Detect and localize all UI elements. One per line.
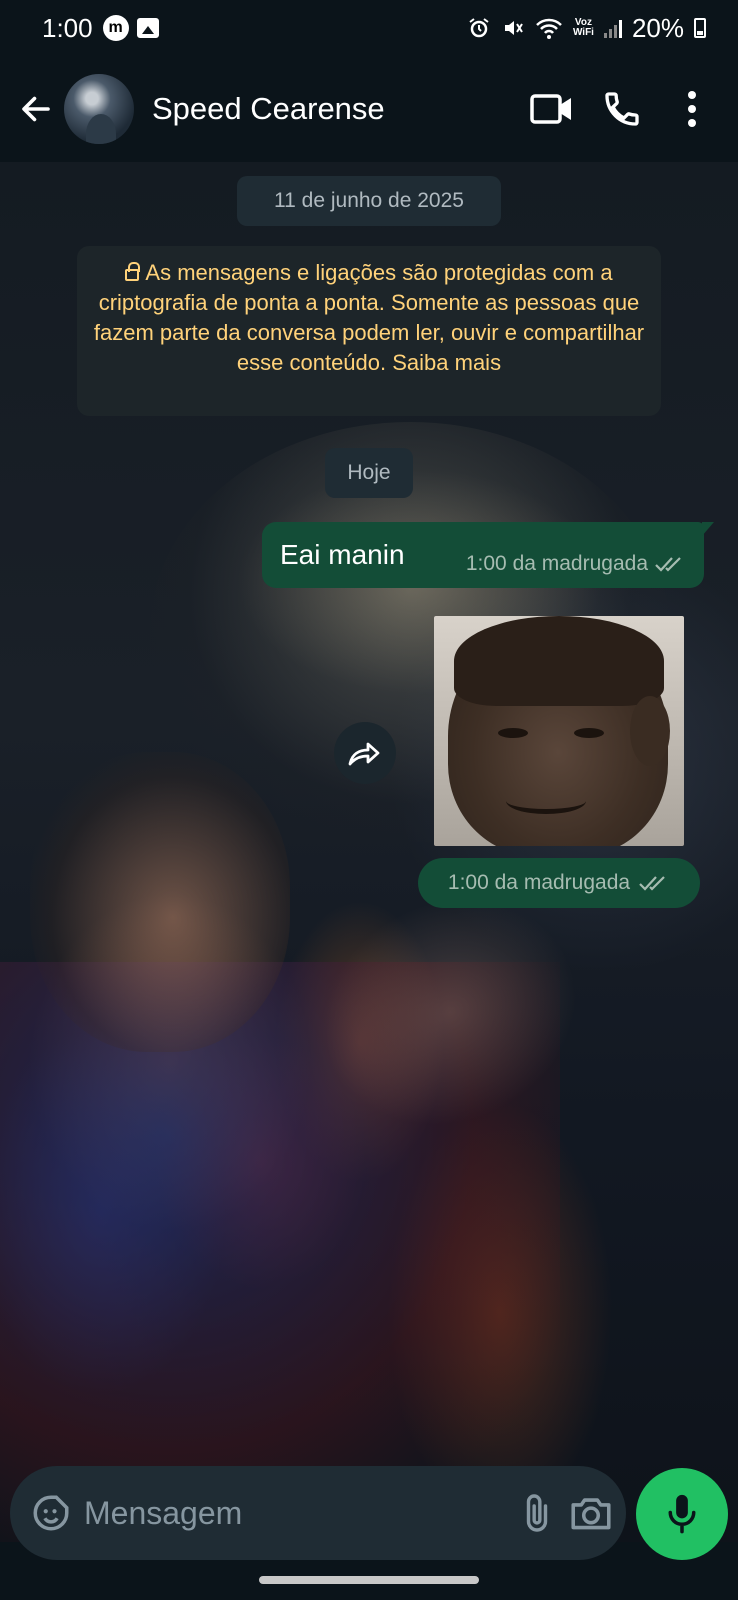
more-options-button[interactable] <box>662 79 722 139</box>
double-check-icon <box>655 557 681 572</box>
gallery-notification-icon <box>136 18 159 38</box>
encryption-notice-text: As mensagens e ligações são protegidas c… <box>93 260 645 375</box>
signal-icon <box>603 18 622 38</box>
forward-icon <box>348 742 380 766</box>
wifi-icon <box>536 18 562 39</box>
emoji-sticker-icon <box>33 1495 69 1531</box>
camera-button[interactable] <box>570 1485 612 1541</box>
emoji-button[interactable] <box>30 1488 72 1538</box>
home-gesture-handle[interactable] <box>259 1576 479 1584</box>
message-meta: 1:00 da madrugada <box>466 552 686 576</box>
sticker-smile <box>506 788 586 814</box>
camera-icon <box>571 1498 611 1530</box>
message-time: 1:00 da madrugada <box>447 871 631 894</box>
more-vert-icon <box>688 91 696 127</box>
mute-icon <box>504 21 523 35</box>
phone-icon <box>605 92 639 126</box>
chat-area[interactable]: 11 de junho de 2025 As mensagens e ligaç… <box>0 162 738 1542</box>
voz-wifi-indicator: Voz WiFi <box>573 18 594 38</box>
lock-icon <box>125 262 141 281</box>
message-text: Eai manin <box>280 539 405 570</box>
sticker-eye <box>574 728 604 738</box>
contact-avatar[interactable] <box>64 74 134 144</box>
video-call-icon <box>530 94 571 124</box>
video-call-button[interactable] <box>522 79 582 139</box>
voice-call-button[interactable] <box>592 79 652 139</box>
battery-icon <box>694 18 706 38</box>
composer-bar <box>10 1466 626 1560</box>
system-nav-bar <box>0 1560 738 1600</box>
battery-percent: 20% <box>631 12 684 43</box>
attach-button[interactable] <box>520 1485 554 1541</box>
forward-button[interactable] <box>334 722 396 784</box>
double-check-icon <box>639 876 665 891</box>
sticker-hair <box>454 616 664 706</box>
outgoing-message[interactable]: Eai manin 1:00 da madrugada <box>262 522 714 588</box>
sticker-ear <box>630 696 670 766</box>
status-time: 1:00 <box>42 12 93 43</box>
sticker-message[interactable] <box>434 616 684 846</box>
sticker-eye <box>498 728 528 738</box>
wifi-label: WiFi <box>572 27 594 38</box>
sticker-meta: 1:00 da madrugada <box>418 858 700 908</box>
today-separator: Hoje <box>325 448 413 498</box>
message-input[interactable] <box>84 1483 504 1543</box>
voice-message-button[interactable] <box>636 1468 728 1560</box>
status-bar: 1:00 m Voz WiFi 20% <box>0 0 738 56</box>
back-arrow-icon[interactable] <box>16 89 56 129</box>
app-notification-icon: m <box>102 15 129 41</box>
mic-icon <box>668 1494 696 1534</box>
alarm-icon <box>469 18 489 38</box>
chat-header: Speed Cearense <box>0 56 738 162</box>
date-separator: 11 de junho de 2025 <box>237 176 501 226</box>
wallpaper-shape <box>30 752 290 1052</box>
message-time: 1:00 da madrugada <box>465 552 648 575</box>
contact-name[interactable]: Speed Cearense <box>152 91 512 127</box>
attach-clip-icon <box>526 1494 548 1532</box>
encryption-notice[interactable]: As mensagens e ligações são protegidas c… <box>77 246 661 416</box>
